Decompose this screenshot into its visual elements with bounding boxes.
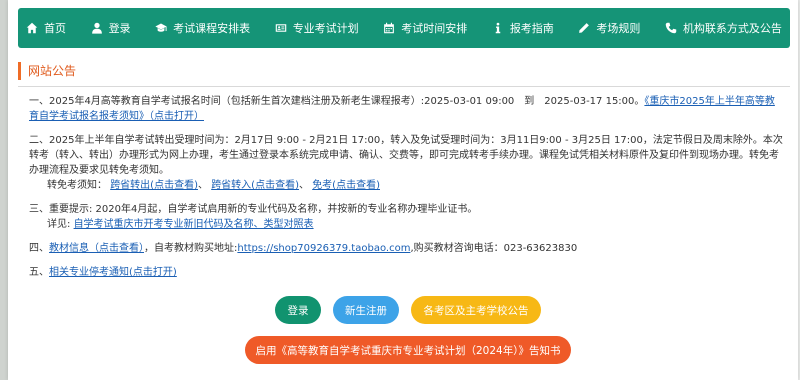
nav-item-course-schedule[interactable]: 考试课程安排表 xyxy=(155,20,250,36)
announcement-text: 三、重要提示: 2020年4月起，自学考试启用新的专业代码及名称，并按新的专业名… xyxy=(29,204,478,215)
graduation-cap-icon xyxy=(155,23,167,32)
info-icon xyxy=(495,22,501,34)
nav-item-label: 机构联系方式及公告 xyxy=(682,22,782,35)
nav-item-exam-time[interactable]: 考试时间安排 xyxy=(383,20,467,36)
plan-button-row: 启用《高等教育自学考试重庆市专业考试计划（2024年）》告知书 xyxy=(8,336,800,364)
announcement-item-2: 二、2025年上半年自学考试转出受理时间为：2月17日 9:00 - 2月21日… xyxy=(29,135,783,191)
title-divider xyxy=(18,86,790,87)
textbook-phone-text: ,购买教材咨询电话：023-63623830 xyxy=(410,243,578,254)
nav-item-guide[interactable]: 报考指南 xyxy=(492,20,554,36)
exam-area-notice-button[interactable]: 各考区及主考学校公告 xyxy=(411,296,541,324)
announcement-item-5: 五、相关专业停考通知(点击打开) xyxy=(29,265,784,280)
id-card-icon xyxy=(275,24,286,32)
announcement-content: 一、2025年4月高等教育自学考试报名时间（包括新生首次建档注册及新老生课程报考… xyxy=(29,94,784,289)
announcement-item-4: 四、教材信息（点击查看），自考教材购买地址:https://shop709263… xyxy=(29,241,784,256)
announcement-text: 二、2025年上半年自学考试转出受理时间为：2月17日 9:00 - 2月21日… xyxy=(29,135,783,176)
nav-item-label: 考场规则 xyxy=(596,22,641,35)
login-button[interactable]: 登录 xyxy=(275,296,321,324)
calendar-icon xyxy=(384,22,395,34)
nav-item-label: 报考指南 xyxy=(509,22,554,35)
announcement-text: 一、2025年4月高等教育自学考试报名时间（包括新生首次建档注册及新老生课程报考… xyxy=(29,96,645,107)
action-button-row: 登录 新生注册 各考区及主考学校公告 xyxy=(8,296,800,324)
announcement-item-1: 一、2025年4月高等教育自学考试报名时间（包括新生首次建档注册及新老生课程报考… xyxy=(29,94,784,124)
item-prefix: 五、 xyxy=(29,267,49,278)
nav-item-label: 首页 xyxy=(44,22,66,35)
nav-item-label: 专业考试计划 xyxy=(292,22,359,35)
nav-item-label: 登录 xyxy=(108,22,131,35)
nav-item-exam-plan[interactable]: 专业考试计划 xyxy=(275,20,359,36)
nav-item-label: 考试课程安排表 xyxy=(173,22,251,35)
textbook-shop-link[interactable]: https://shop70926379.taobao.com xyxy=(237,243,410,254)
nav-item-label: 考试时间安排 xyxy=(401,22,468,35)
announcement-text: ，自考教材购买地址: xyxy=(144,243,238,254)
user-icon xyxy=(91,22,102,34)
textbook-info-link[interactable]: 教材信息（点击查看） xyxy=(49,243,144,254)
transfer-in-link[interactable]: 跨省转入(点击查看) xyxy=(211,180,299,191)
transfer-notice-prefix: 转免考须知： xyxy=(47,180,107,191)
transfer-out-link[interactable]: 跨省转出(点击查看) xyxy=(110,180,198,191)
nav-item-login[interactable]: 登录 xyxy=(91,20,131,36)
major-code-table-link[interactable]: 自学考试重庆市开考专业新旧代码及名称、类型对照表 xyxy=(74,219,314,230)
section-title: 网站公告 xyxy=(18,62,76,80)
nav-item-home[interactable]: 首页 xyxy=(26,20,66,36)
nav-item-contact[interactable]: 机构联系方式及公告 xyxy=(665,20,782,36)
top-nav-bar: 首页 登录 考试课程安排表 专业考试计划 考试时间安排 报考指南 考场规则 机构… xyxy=(18,8,790,48)
item-prefix: 四、 xyxy=(29,243,49,254)
pencil-icon xyxy=(579,23,590,33)
exam-plan-notice-button[interactable]: 启用《高等教育自学考试重庆市专业考试计划（2024年）》告知书 xyxy=(245,336,571,364)
page-frame: 首页 登录 考试课程安排表 专业考试计划 考试时间安排 报考指南 考场规则 机构… xyxy=(8,0,798,380)
exemption-link[interactable]: 免考(点击查看) xyxy=(312,180,380,191)
nav-item-rules[interactable]: 考场规则 xyxy=(578,20,640,36)
suspended-majors-link[interactable]: 相关专业停考通知(点击打开) xyxy=(49,267,177,278)
announcement-item-3: 三、重要提示: 2020年4月起，自学考试启用新的专业代码及名称，并按新的专业名… xyxy=(29,202,784,232)
phone-icon xyxy=(665,22,677,34)
register-button[interactable]: 新生注册 xyxy=(333,296,399,324)
home-icon xyxy=(26,22,38,34)
details-prefix: 详见: xyxy=(47,219,71,230)
left-background-edge xyxy=(0,0,8,380)
